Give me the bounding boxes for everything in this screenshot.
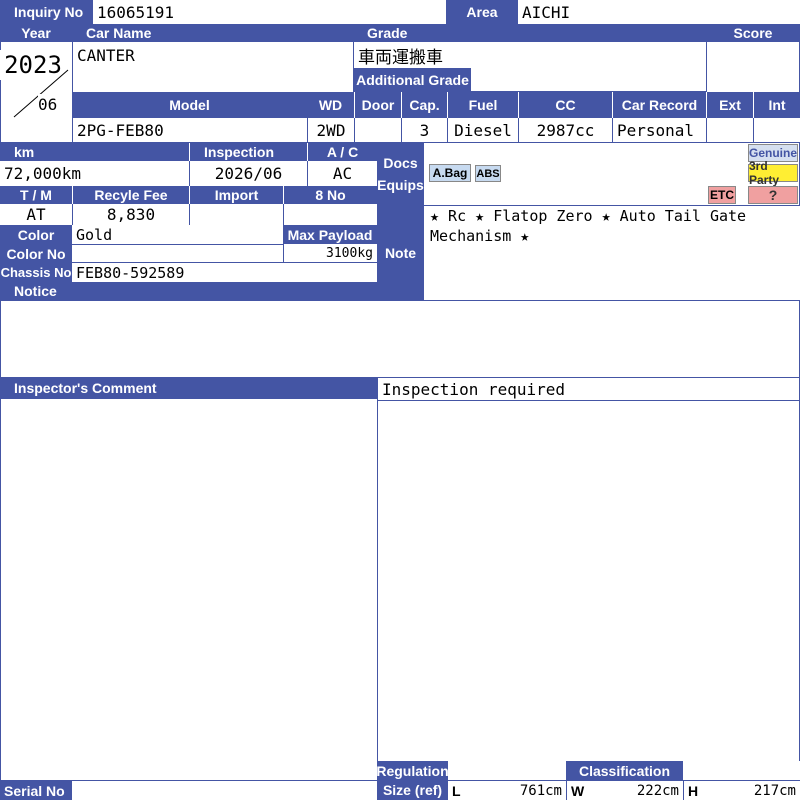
km-value: 72,000km	[0, 161, 189, 186]
max-payload-value: 3100kg	[283, 244, 377, 263]
equips-label: Equips	[377, 177, 424, 193]
tm-value: AT	[0, 204, 72, 225]
import-label: Import	[189, 186, 283, 204]
regulation-label: Regulation	[376, 761, 449, 780]
inspector-comment-label: Inspector's Comment	[0, 377, 377, 399]
import-value	[189, 204, 283, 225]
unknown-badge: ?	[748, 186, 798, 204]
model-value: 2PG-FEB80	[72, 118, 307, 142]
color-no-label: Color No	[0, 244, 72, 263]
color-value: Gold	[72, 225, 283, 244]
note-text: ★ Rc ★ Flatop Zero ★ Auto Tail Gate Mech…	[424, 206, 800, 300]
area-value: AICHI	[518, 0, 800, 24]
cap-label: Cap.	[401, 92, 447, 118]
inquiry-no-value: 16065191	[93, 0, 446, 24]
size-w-label: W	[571, 782, 585, 799]
fuel-value: Diesel	[447, 118, 518, 142]
recycle-fee-value: 8,830	[72, 204, 189, 225]
inspector-comment-text: Inspection required	[378, 378, 799, 400]
serial-no-value	[72, 781, 377, 800]
airbag-tag: A.Bag	[429, 164, 471, 182]
note-label: Note	[377, 206, 424, 300]
color-label: Color	[0, 225, 72, 244]
month-value: 06	[38, 94, 68, 114]
grade-value: 車両運搬車	[354, 42, 706, 68]
size-h-cell: H 217cm	[683, 780, 800, 800]
cc-value: 2987cc	[518, 118, 612, 142]
chassis-no-label: Chassis No	[0, 263, 72, 282]
docs-equips-label: Docs Equips	[377, 143, 424, 205]
inspector-right-area	[378, 401, 799, 761]
recycle-fee-label: Recyle Fee	[72, 186, 189, 204]
year-label: Year	[0, 24, 72, 42]
serial-no-label: Serial No	[0, 781, 72, 800]
int-label: Int	[753, 92, 800, 118]
additional-grade-value	[471, 68, 706, 92]
km-label: km	[0, 143, 189, 161]
abs-tag: ABS	[475, 165, 501, 182]
size-w-value: 222cm	[636, 782, 679, 799]
tm-label: T / M	[0, 186, 72, 204]
door-label: Door	[354, 92, 401, 118]
wd-value: 2WD	[307, 118, 354, 142]
etc-tag: ETC	[708, 186, 736, 204]
notice-area	[0, 301, 800, 377]
size-l-value: 761cm	[519, 782, 562, 799]
car-record-label: Car Record	[612, 92, 706, 118]
door-value	[354, 118, 401, 142]
chassis-no-value: FEB80-592589	[72, 263, 377, 282]
inspector-left-area	[0, 399, 377, 780]
classification-label: Classification	[566, 761, 683, 780]
car-name-value: CANTER	[73, 42, 353, 70]
area-label: Area	[446, 0, 518, 24]
ext-label: Ext	[706, 92, 753, 118]
docs-label: Docs	[383, 155, 418, 171]
cap-value: 3	[401, 118, 447, 142]
8no-value	[283, 204, 377, 225]
ac-label: A / C	[307, 143, 377, 161]
score-label: Score	[706, 24, 800, 42]
ext-value	[706, 118, 753, 142]
int-value	[753, 118, 800, 142]
size-l-cell: L 761cm	[448, 780, 566, 800]
size-l-label: L	[452, 782, 461, 799]
ac-value: AC	[307, 161, 377, 186]
car-record-value: Personal	[612, 118, 706, 142]
third-party-badge: 3rd Party	[748, 159, 798, 187]
inquiry-no-label: Inquiry No	[0, 0, 93, 24]
score-left-border	[706, 42, 707, 92]
additional-grade-label: Additional Grade	[354, 68, 471, 92]
8no-label: 8 No	[283, 186, 377, 204]
grade-label: Grade	[353, 24, 706, 42]
model-label: Model	[72, 92, 307, 118]
color-no-value	[72, 244, 283, 263]
max-payload-label: Max Payload	[283, 225, 377, 244]
fuel-label: Fuel	[447, 92, 518, 118]
wd-label: WD	[307, 92, 354, 118]
inspection-value: 2026/06	[189, 161, 307, 186]
notice-label: Notice	[0, 282, 377, 300]
size-ref-label: Size (ref)	[377, 780, 448, 800]
regulation-value	[448, 761, 566, 780]
size-h-label: H	[688, 782, 699, 799]
size-w-cell: W 222cm	[566, 780, 683, 800]
classification-value	[683, 761, 800, 780]
inspection-label: Inspection	[189, 143, 307, 161]
car-name-label: Car Name	[72, 24, 353, 42]
size-h-value: 217cm	[753, 782, 796, 799]
cc-label: CC	[518, 92, 612, 118]
